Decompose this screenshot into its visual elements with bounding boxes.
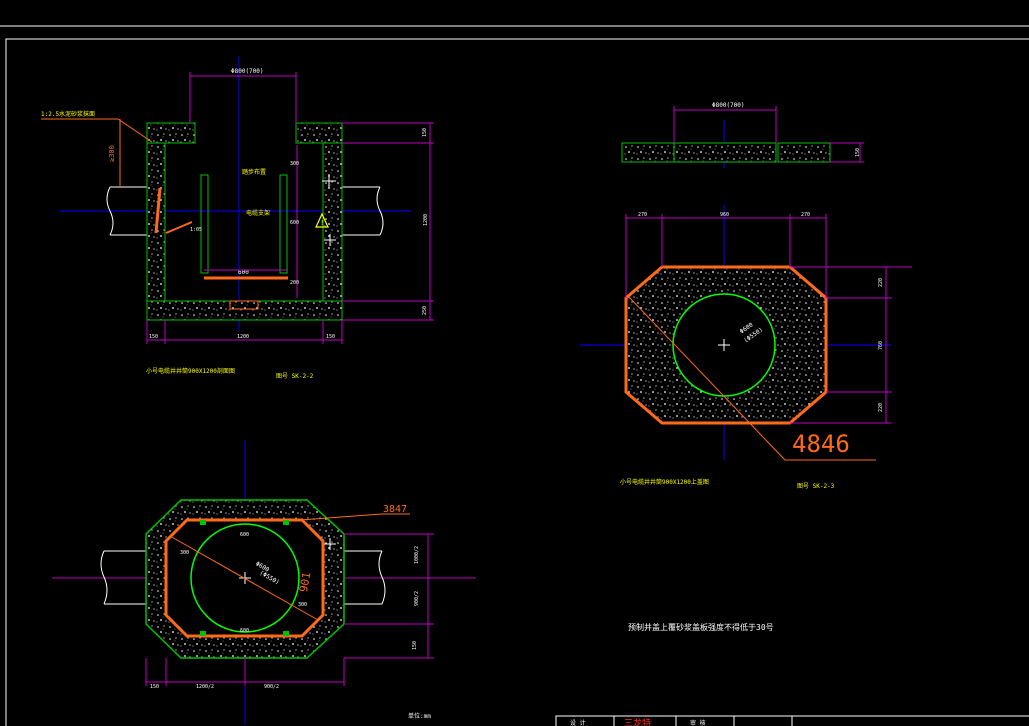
cover-slab-right — [777, 142, 831, 163]
bottom-dim-left-300: 300 — [180, 550, 189, 556]
bottom-dim-top-600: 600 — [240, 532, 249, 538]
section-dim-left: ≥300 — [108, 145, 116, 162]
top-plan-drawing-no: 图号 SK-2-3 — [797, 483, 835, 490]
top-plan-dim-mid: 960 — [720, 212, 729, 218]
bottom-dim-bottom-left: 150 — [150, 684, 159, 690]
section-dim-bottom-right: 150 — [326, 334, 335, 340]
top-plan-title: 小号电缆井井筒900X1200上盖图 — [620, 478, 709, 486]
title-block-review: 审 核 — [690, 719, 706, 726]
section-inner-post-right — [279, 174, 288, 274]
top-plan-view: 4846 Φ600 (Φ550) 270 960 270 220 760 220… — [580, 205, 912, 490]
section-dim-bottom-mid: 1200 — [237, 334, 249, 340]
top-plan-dim-r3: 220 — [878, 403, 884, 412]
bottom-dim-right-lower: 900/2 — [414, 591, 420, 606]
section-mortar-note: 1:2.5水泥砂浆抹面 — [41, 110, 95, 118]
section-title: 小号电缆井井筒900X1200剖面图 — [146, 367, 235, 375]
bottom-dim-right-upper: 1000/2 — [414, 546, 420, 564]
section-base-slab — [146, 300, 343, 321]
bottom-dim-right-300: 300 — [298, 602, 307, 608]
section-dim-r600: 600 — [290, 220, 299, 226]
bottom-plan-view: 3847 901 600 300 600 300 Φ600 (Φ550) 100… — [52, 440, 476, 724]
top-plan-dim-right: 270 — [801, 212, 810, 218]
bottom-annotation-3847: 3847 — [383, 504, 407, 515]
section-dim-top-thk: 150 — [422, 128, 428, 137]
section-inner-post-left — [200, 174, 209, 274]
section-dim-bottom-left: 150 — [149, 334, 158, 340]
cover-dim-top: Φ800(700) — [712, 102, 745, 109]
section-view: Φ800(700) 1:2.5水泥砂浆抹面 ≥300 踏步布置 电缆支架 600… — [41, 56, 434, 380]
top-plan-dim-left: 270 — [638, 212, 647, 218]
section-label-bracket: 电缆支架 — [246, 209, 270, 217]
bottom-dim-bottom-right: 900/2 — [264, 684, 279, 690]
cover-slab-mid — [673, 142, 777, 163]
main-note: 预制井盖上覆砂浆盖板强度不得低于30号 — [628, 622, 774, 632]
section-dim-base-thk: 250 — [422, 306, 428, 315]
title-block: 设 计 三龙特 审 核 — [555, 715, 1029, 726]
cover-dim-right: 150 — [855, 148, 861, 157]
title-block-signature: 三龙特 — [624, 717, 651, 726]
bottom-dim-right-base: 150 — [412, 641, 418, 650]
section-drawing-no: 图号 SK-2-2 — [276, 373, 314, 380]
cad-drawing-canvas: Φ800(700) 1:2.5水泥砂浆抹面 ≥300 踏步布置 电缆支架 600… — [0, 25, 1029, 726]
title-block-designer: 设 计 — [570, 719, 586, 726]
top-plan-dim-r2: 760 — [878, 341, 884, 350]
bottom-unit-note: 单位:mm — [408, 712, 431, 720]
bottom-dim-bottom-mid: 1200/2 — [196, 684, 214, 690]
section-label-steps: 踏步布置 — [242, 168, 266, 176]
section-dim-top-text: Φ800(700) — [231, 68, 264, 75]
section-dim-slope: 1:05 — [190, 227, 202, 233]
section-dim-r300: 300 — [290, 161, 299, 167]
top-plan-dim-r1: 220 — [878, 278, 884, 287]
section-dim-total-h: 1200 — [423, 214, 429, 226]
section-orange-slope — [165, 221, 193, 234]
cover-slab-left — [621, 142, 675, 163]
section-dim-r200: 200 — [290, 280, 299, 286]
top-plan-big-annotation: 4846 — [792, 430, 850, 458]
cover-slab-view: Φ800(700) 150 — [621, 102, 864, 168]
section-top-slab-right — [295, 122, 343, 144]
section-top-slab-left — [146, 122, 196, 144]
bottom-dim-bottom-600: 600 — [240, 628, 249, 634]
svg-text:!: ! — [320, 219, 324, 227]
